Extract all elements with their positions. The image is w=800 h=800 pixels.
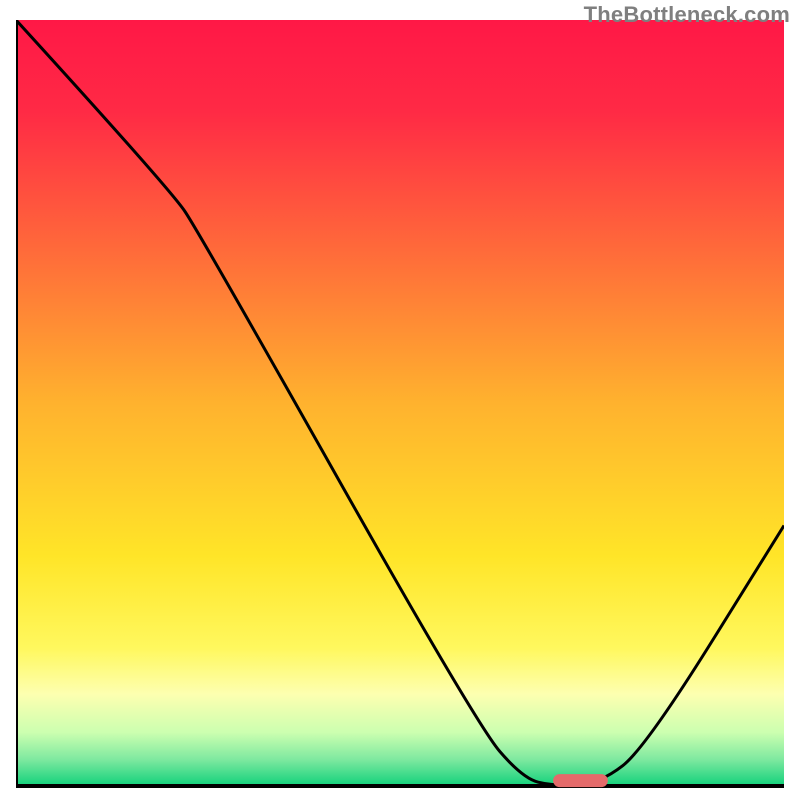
gradient-background: [16, 20, 784, 786]
chart-svg: [16, 20, 784, 788]
watermark-text: TheBottleneck.com: [584, 2, 790, 28]
plot-area: [16, 20, 784, 788]
optimum-marker: [554, 775, 608, 787]
chart-container: TheBottleneck.com: [0, 0, 800, 800]
